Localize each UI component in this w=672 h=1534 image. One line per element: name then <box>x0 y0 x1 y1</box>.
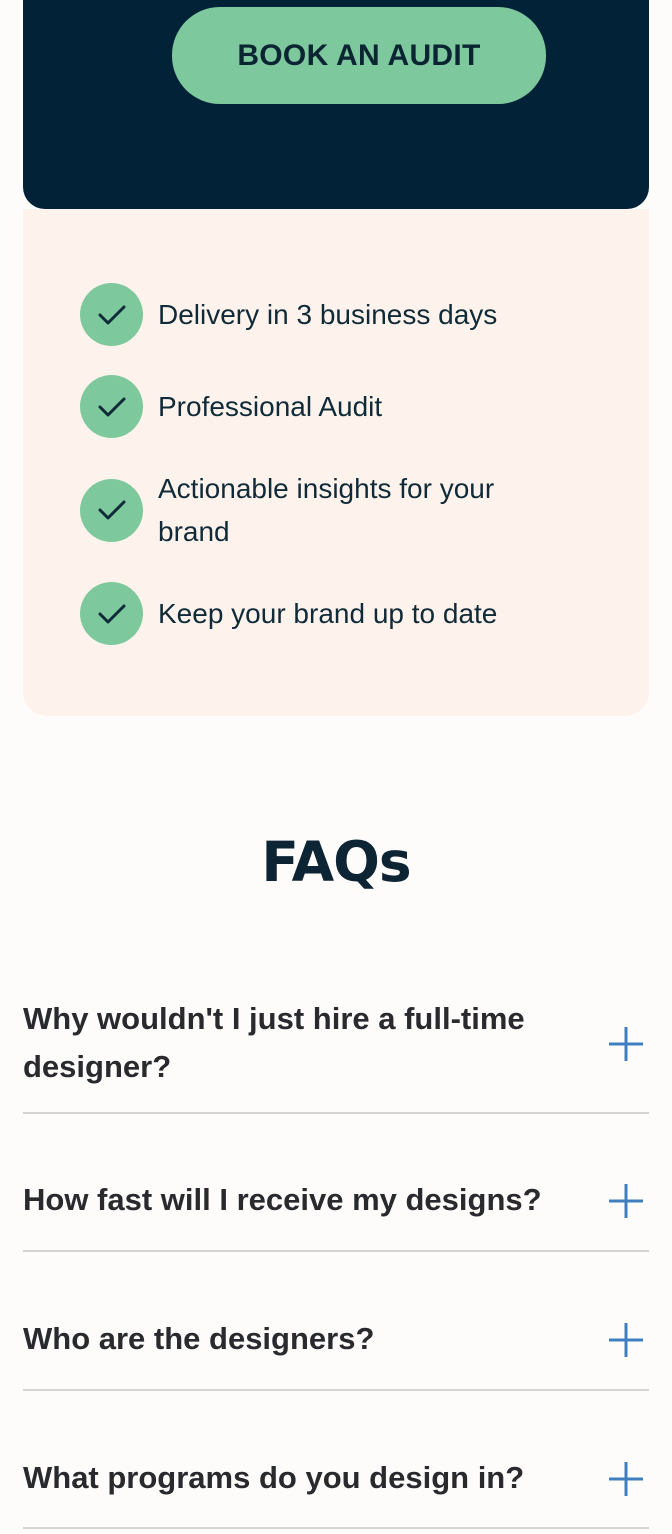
plus-icon <box>609 1462 643 1496</box>
plus-icon <box>609 1027 643 1061</box>
feature-label: Actionable insights for your brand <box>158 473 495 547</box>
feature-item: Actionable insights for your brand <box>80 467 553 553</box>
faq-question: How fast will I receive my designs? <box>23 1182 542 1217</box>
faq-title: FAQs <box>261 830 411 894</box>
feature-item: Keep your brand up to date <box>80 582 558 645</box>
page: BOOK AN AUDIT Delivery in 3 business day… <box>0 0 672 1534</box>
cta-card: BOOK AN AUDIT <box>23 0 649 209</box>
check-icon <box>80 582 143 645</box>
faq-question: What programs do you design in? <box>23 1460 525 1495</box>
features-card: Delivery in 3 business days Professional… <box>23 209 649 716</box>
faq-question: Who are the designers? <box>23 1321 375 1356</box>
faq-item[interactable]: How fast will I receive my designs? <box>23 1114 649 1252</box>
faq-item[interactable]: Who are the designers? <box>23 1252 649 1391</box>
faq-item[interactable]: Why wouldn't I just hire a full-time des… <box>23 975 649 1114</box>
feature-label: Keep your brand up to date <box>158 598 498 629</box>
feature-label: Professional Audit <box>158 391 383 422</box>
check-icon <box>80 375 143 438</box>
plus-icon <box>609 1184 643 1218</box>
check-icon <box>80 283 143 346</box>
feature-item: Professional Audit <box>80 375 558 438</box>
check-icon <box>80 478 143 542</box>
faq-item[interactable]: What programs do you design in? <box>23 1391 649 1529</box>
faq-question: Why wouldn't I just hire a full-time des… <box>23 1001 525 1084</box>
feature-label: Delivery in 3 business days <box>158 299 498 330</box>
feature-item: Delivery in 3 business days <box>80 283 558 346</box>
plus-icon <box>609 1323 643 1357</box>
book-audit-button[interactable]: BOOK AN AUDIT <box>172 7 546 104</box>
